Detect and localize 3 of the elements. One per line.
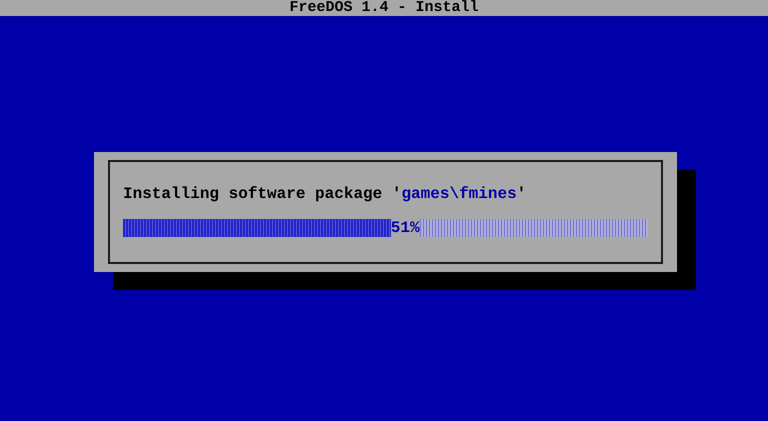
install-message: Installing software package 'games\fmines' <box>123 185 526 203</box>
progress-percent: 51% <box>390 219 420 237</box>
window-title: FreeDOS 1.4 - Install <box>289 0 479 16</box>
